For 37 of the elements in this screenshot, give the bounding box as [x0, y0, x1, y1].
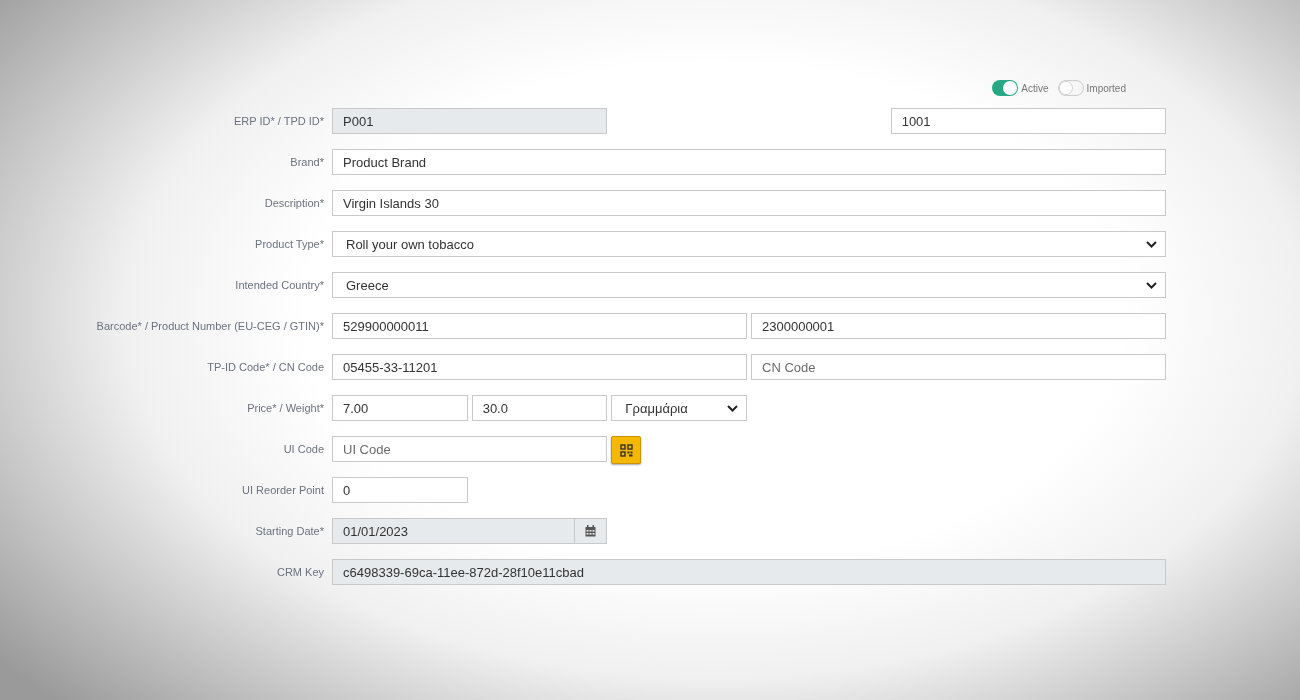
field-label: TP-ID Code* / CN Code — [206, 361, 325, 373]
calendar-button[interactable] — [575, 518, 608, 544]
dropdown[interactable]: Roll your own tobacco — [332, 231, 1166, 257]
qr-code-button[interactable] — [611, 436, 642, 464]
chevron-down-icon — [1146, 240, 1157, 248]
field-label: Brand* — [289, 156, 325, 168]
chevron-down-icon — [727, 404, 738, 412]
input-field[interactable]: CN Code — [751, 354, 1166, 380]
input-field[interactable]: Product Brand — [332, 149, 1166, 175]
input-field[interactable]: 1001 — [890, 108, 1166, 134]
field-label: CRM Key — [275, 566, 325, 578]
calendar-icon — [585, 525, 597, 537]
field-label: UI Code — [282, 443, 325, 455]
field-label: Description* — [263, 197, 325, 209]
dropdown[interactable]: Γραμμάρια — [611, 395, 747, 421]
input-field[interactable]: 30.0 — [471, 395, 608, 421]
field-label: Barcode* / Product Number (EU-CEG / GTIN)* — [95, 320, 325, 332]
field-label: Price* / Weight* — [246, 402, 325, 414]
toggle-label: Active — [1021, 82, 1049, 94]
toggle-switch[interactable] — [992, 80, 1019, 96]
field-label: Starting Date* — [254, 525, 325, 537]
input-field[interactable]: 0 — [332, 477, 468, 503]
field-label: Product Type* — [254, 238, 325, 250]
field-label: Intended Country* — [234, 279, 325, 291]
chevron-down-icon — [1146, 281, 1157, 289]
field-label: ERP ID* / TPD ID* — [232, 115, 325, 127]
input-field[interactable]: UI Code — [332, 436, 608, 462]
input-field[interactable]: 2300000001 — [751, 313, 1166, 339]
input-field[interactable]: 529900000011 — [332, 313, 747, 339]
input-field[interactable]: 05455-33-11201 — [332, 354, 747, 380]
input-field[interactable]: Virgin Islands 30 — [332, 190, 1166, 216]
field-label: UI Reorder Point — [241, 484, 325, 496]
toggle-switch[interactable] — [1057, 80, 1084, 96]
input-field[interactable]: 7.00 — [332, 395, 468, 421]
qr-code-icon — [619, 443, 633, 457]
toggle-label: Imported — [1086, 82, 1126, 94]
dropdown[interactable]: Greece — [332, 272, 1166, 298]
